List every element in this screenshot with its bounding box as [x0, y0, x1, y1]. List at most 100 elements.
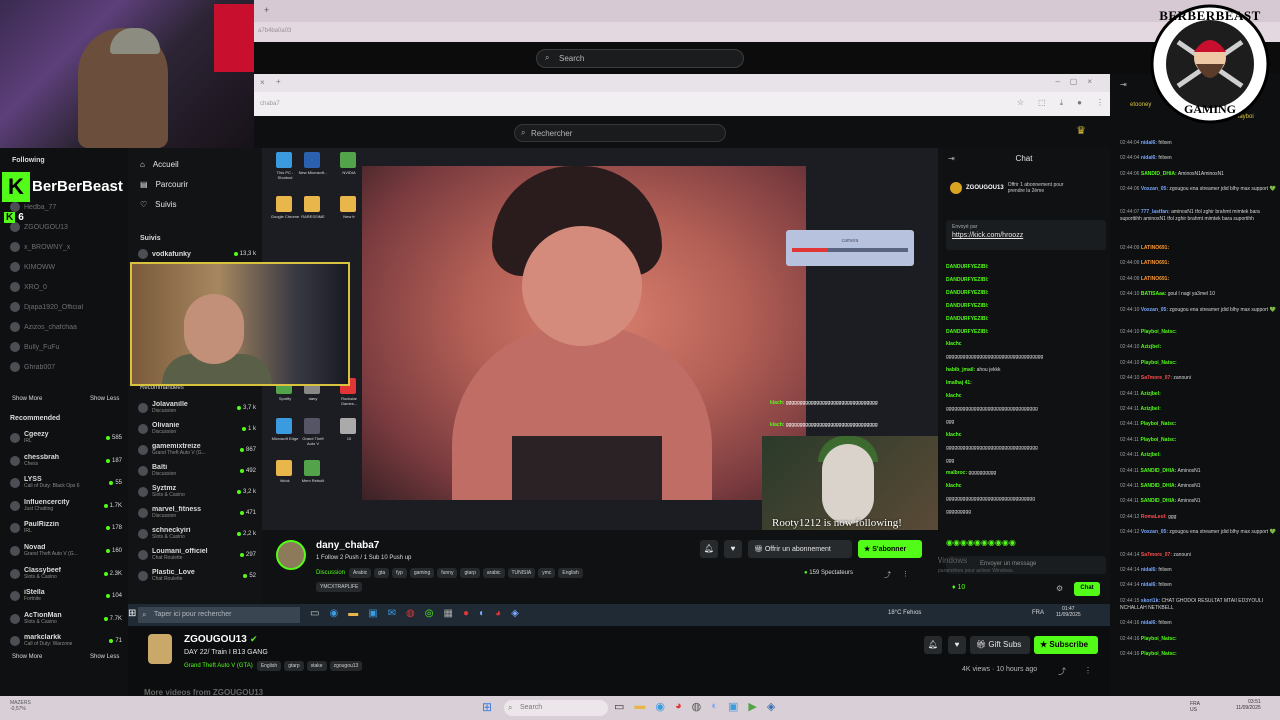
chat-username[interactable]: SANDID_DHIA:	[1141, 171, 1177, 177]
nav-parcourir[interactable]: ▤ Parcourir	[140, 180, 188, 189]
following-item[interactable]: ZGOUGOU13	[10, 220, 122, 234]
kick-search-input[interactable]: ⌕ Rechercher	[514, 124, 726, 142]
mid-channel-item[interactable]: Syztmz Slots & Casino 3,2 k	[138, 482, 256, 502]
star-icon[interactable]: ☆	[1017, 98, 1024, 108]
chat-username[interactable]: 777_lastfan:	[1141, 209, 1170, 215]
stream-tag-2[interactable]: YMCXTRAPLIFE	[316, 581, 365, 592]
inner-address-bar[interactable]: chaba7 ☆ ⬚ ⤓ ● ⋮	[254, 92, 1110, 116]
chat-username[interactable]: klachc	[946, 393, 962, 399]
chat-username[interactable]: LATINO691:	[1141, 260, 1169, 266]
window-controls[interactable]: –▢×	[1055, 77, 1102, 86]
desktop-icon[interactable]	[276, 196, 292, 212]
recommended-item[interactable]: LYSS Call of Duty: Black Ops 6 55	[10, 473, 122, 493]
chat-username[interactable]: SANDID_DHIA:	[1140, 468, 1176, 474]
mid-channel-item[interactable]: Jolavanille Discussion 3,7 k	[138, 398, 256, 418]
chat-username[interactable]: klachc	[946, 483, 962, 489]
menu-icon[interactable]: ⋮	[1096, 98, 1104, 108]
chat-username[interactable]: Voxzan_05:	[1141, 186, 1168, 192]
edge-icon-2[interactable]: ◉	[655, 700, 665, 713]
recommended-item[interactable]: Novad Grand Theft Auto V (G... 160	[10, 541, 122, 561]
chat-send-button[interactable]: Chat	[1074, 582, 1100, 596]
settings-icon[interactable]: ⚙	[1056, 584, 1063, 593]
chat-username[interactable]: habib_jmail:	[946, 367, 975, 373]
chat-username[interactable]: DANDURFYEZIBI:	[946, 290, 989, 296]
chat-username[interactable]: Sa7more_07:	[1141, 375, 1172, 381]
recommended-item[interactable]: chessbrah Chess 187	[10, 451, 122, 471]
outer-subscribe-button[interactable]: ★ Subscribe	[1034, 636, 1098, 654]
chat-username[interactable]: Azizjbel:	[1141, 344, 1161, 350]
streamer-avatar[interactable]	[276, 540, 306, 570]
outer-share-icon[interactable]: ⤴	[1058, 666, 1066, 677]
opera-icon[interactable]: ◍	[406, 608, 415, 619]
chat-username[interactable]: Azizjbel:	[1140, 406, 1160, 412]
recommended-item[interactable]: Influencercity Just Chatting 1.7K	[10, 496, 122, 516]
app-icon-b[interactable]: ◍	[692, 700, 702, 713]
outer-stream-tag[interactable]: English	[256, 661, 282, 671]
chat-username[interactable]: DANDURFYEZIBI:	[946, 316, 989, 322]
following-item[interactable]: XRO_0	[10, 280, 122, 294]
collapse-icon[interactable]: ⇥	[948, 154, 955, 163]
desktop-icon[interactable]	[304, 196, 320, 212]
chat-username[interactable]: Voxzan_05:	[1141, 307, 1168, 313]
outer-taskbar-search[interactable]: ⌕ Search	[504, 700, 608, 716]
channel-vodkafunky[interactable]: vodkafunky 13,3 k	[138, 247, 256, 261]
emote-icons[interactable]: ◉◉◉◉◉◉◉◉◉◉	[946, 538, 1016, 547]
mid-channel-item[interactable]: Olivanie Discussion 1 k	[138, 419, 256, 439]
new-tab-icon[interactable]: +	[264, 5, 269, 15]
outer-search-input[interactable]: ⌕ Search	[536, 49, 744, 68]
windows-start-icon-2[interactable]: ⊞	[482, 700, 492, 714]
mid-channel-item[interactable]: marvel_fitness Discussion 471	[138, 503, 256, 523]
desktop-icon[interactable]	[276, 460, 292, 476]
bell-icon[interactable]: 🔔︎	[700, 540, 718, 558]
gift-subs-button[interactable]: 🎁︎ Gift Subs	[970, 636, 1030, 654]
chat-username[interactable]: Azizjbel:	[1140, 391, 1160, 397]
recommended-item[interactable]: Cgeezy IRL 585	[10, 428, 122, 448]
chat-username[interactable]: skori1k:	[1141, 598, 1160, 604]
task-view-icon[interactable]: ▭	[310, 608, 319, 619]
tab-close-icon[interactable]: ×	[260, 78, 265, 87]
stream-category[interactable]: Discussion	[316, 570, 345, 576]
outer-more-icon[interactable]: ⋮	[1084, 666, 1092, 675]
outer-avatar[interactable]	[148, 634, 172, 664]
share-icon[interactable]: ⤴	[884, 570, 891, 580]
outer-heart-icon[interactable]: ♥	[948, 636, 966, 654]
outer-bell-icon[interactable]: 🔔︎	[924, 636, 942, 654]
following-item[interactable]: Bully_FuFu	[10, 340, 122, 354]
chat-username[interactable]: DANDURFYEZIBI:	[946, 329, 989, 335]
chat-username[interactable]: malbroc:	[946, 470, 967, 476]
pinned-link[interactable]: https://kick.com/hroozz	[946, 230, 1106, 239]
chat-username[interactable]: Playboi_Natsc:	[1140, 437, 1176, 443]
chat-username[interactable]: BATISAaa:	[1141, 291, 1166, 297]
show-more-link-2[interactable]: Show More	[12, 654, 42, 660]
following-item[interactable]: Hedba_77	[10, 200, 122, 214]
chrome-icon[interactable]: ◕	[495, 608, 501, 619]
task-view-icon-2[interactable]: ▭	[614, 700, 624, 713]
chat-username[interactable]: Playboi_Natsc:	[1141, 651, 1177, 657]
chat-username[interactable]: Voxzan_05:	[1141, 529, 1168, 535]
chat-username[interactable]: DANDURFYEZIBI:	[946, 264, 989, 270]
desktop-icon[interactable]	[276, 152, 292, 168]
stream-tag[interactable]: English	[558, 568, 583, 578]
chat-username[interactable]: Azizjbel:	[1140, 452, 1160, 458]
app-icon-c[interactable]: ▣	[728, 700, 738, 713]
chat-username[interactable]: DANDURFYEZIBI:	[946, 303, 989, 309]
desktop-icon[interactable]	[276, 418, 292, 434]
desktop-icon[interactable]	[304, 418, 320, 434]
chat-username[interactable]: nidal6:	[1141, 620, 1157, 626]
show-less-link-2[interactable]: Show Less	[90, 654, 119, 660]
stream-tag[interactable]: gaming	[409, 568, 435, 578]
chat-username[interactable]: LATINO691:	[1141, 276, 1169, 282]
trophy-icon[interactable]: ♛	[1076, 124, 1086, 137]
app-icon-9[interactable]: ●	[463, 608, 469, 619]
outer-category[interactable]: Grand Theft Auto V (GTA)	[184, 663, 253, 669]
chat-username[interactable]: nidal6:	[1141, 567, 1157, 573]
more-icon[interactable]: ⋮	[902, 570, 909, 578]
stream-tag[interactable]: gta	[374, 568, 390, 578]
chat-username[interactable]: Playboi_Natsc:	[1141, 360, 1177, 366]
steam-icon-2[interactable]: ◈	[767, 700, 775, 713]
stream-tag[interactable]: fyp	[392, 568, 407, 578]
stream-tag[interactable]: arabic	[482, 568, 505, 578]
chrome-icon-2[interactable]: ◕	[675, 700, 682, 713]
pinned-message[interactable]: Envoyé par https://kick.com/hroozz	[946, 220, 1106, 250]
nav-accueil[interactable]: ⌂ Accueil	[140, 160, 179, 169]
